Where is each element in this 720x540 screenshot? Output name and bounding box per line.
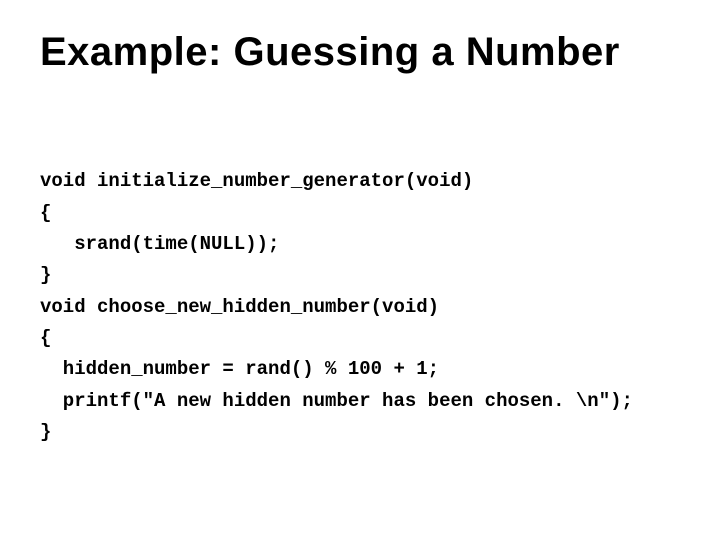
code-line: hidden_number = rand() % 100 + 1;: [40, 358, 439, 380]
code-line: printf("A new hidden number has been cho…: [40, 390, 633, 412]
code-line: {: [40, 327, 51, 349]
slide-title: Example: Guessing a Number: [40, 30, 680, 75]
code-line: {: [40, 202, 51, 224]
code-line: srand(time(NULL));: [40, 233, 279, 255]
slide: Example: Guessing a Number void initiali…: [0, 0, 720, 540]
code-line: }: [40, 264, 51, 286]
code-line: void choose_new_hidden_number(void): [40, 296, 439, 318]
code-block: void initialize_number_generator(void) {…: [40, 135, 680, 480]
code-line: }: [40, 421, 51, 443]
code-line: void initialize_number_generator(void): [40, 170, 473, 192]
